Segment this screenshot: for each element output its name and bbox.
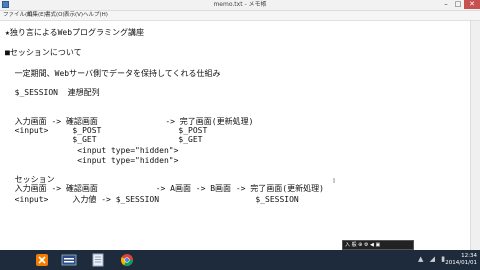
text-line: 入力画面 -> 確認画面 -> A画面 -> B画面 -> 完了画面(更新処理): [5, 184, 324, 193]
text-line: 入力画面 -> 確認画面 -> 完了画面(更新処理): [5, 117, 254, 126]
text-cursor-icon: I: [333, 177, 336, 185]
vertical-scrollbar[interactable]: [470, 21, 480, 250]
text-line: ■セッションについて: [5, 48, 82, 57]
app-window-icon[interactable]: [58, 251, 80, 269]
text-line: <input> $_POST $_POST: [5, 126, 208, 135]
text-line: <input type="hidden">: [5, 146, 179, 155]
menu-view[interactable]: 表示(V): [64, 11, 83, 20]
minimize-button[interactable]: –: [440, 0, 452, 9]
chrome-icon[interactable]: [116, 251, 138, 269]
menu-edit[interactable]: 編集(E): [27, 11, 46, 20]
menu-bar: ファイル(F) 編集(E) 書式(O) 表示(V) ヘルプ(H): [0, 11, 480, 21]
text-line: $_GET $_GET: [5, 135, 203, 144]
clock-date: 2014/01/01: [445, 260, 477, 266]
taskbar-clock[interactable]: 12:34 2014/01/01: [445, 253, 477, 267]
notepad-taskbar-icon[interactable]: [87, 251, 109, 269]
text-line: ★独り言によるWebプログラミング講座: [5, 28, 145, 37]
xampp-icon[interactable]: [31, 251, 53, 269]
text-line: <input> 入力値 -> $_SESSION $_SESSION: [5, 195, 299, 204]
close-button[interactable]: ✕: [464, 0, 480, 9]
text-line: <input type="hidden">: [5, 156, 179, 165]
menu-help[interactable]: ヘルプ(H): [83, 11, 108, 20]
text-line: 一定期間、Webサーバ側でデータを保持してくれる仕組み: [5, 69, 221, 78]
text-editor-area[interactable]: ★独り言によるWebプログラミング講座 ■セッションについて 一定期間、Webサ…: [0, 21, 470, 250]
notepad-window: memo.txt - メモ帳 – □ ✕ ファイル(F) 編集(E) 書式(O)…: [0, 0, 480, 250]
text-line: $_SESSION 連想配列: [5, 88, 100, 97]
text-line: セッション: [5, 175, 55, 184]
taskbar: ▲ ◢ ▮ 12:34 2014/01/01: [0, 250, 480, 270]
menu-format[interactable]: 書式(O): [45, 11, 65, 20]
clock-time: 12:34: [461, 253, 477, 259]
maximize-button[interactable]: □: [452, 0, 464, 9]
ime-toolbar[interactable]: 入 般 ⊕ ⚙ ◀ ▣: [342, 240, 414, 250]
system-tray-icons[interactable]: ▲ ◢ ▮: [418, 255, 447, 263]
window-title: memo.txt - メモ帳: [213, 1, 267, 8]
title-bar[interactable]: memo.txt - メモ帳 – □ ✕: [0, 0, 480, 11]
